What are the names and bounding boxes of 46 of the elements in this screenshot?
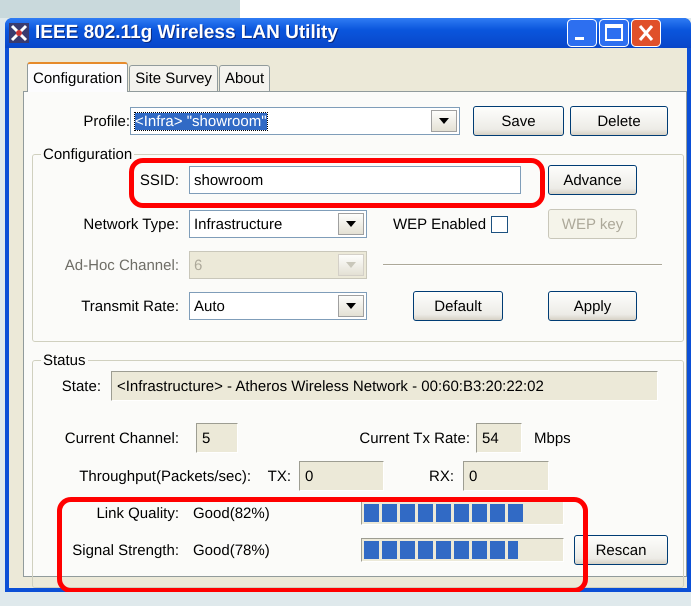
field-label: RX: (428, 468, 454, 484)
tab[interactable]: Site Survey (129, 65, 218, 91)
tab[interactable]: Configuration (27, 62, 128, 92)
advance-button[interactable]: Advance (548, 165, 637, 195)
rx-field: 0 (463, 461, 549, 491)
maximize-button[interactable] (599, 19, 629, 47)
transmit-rate-dropdown[interactable]: Auto (189, 292, 367, 320)
field-label: Ad-Hoc Channel: (64, 256, 179, 274)
network-type-dropdown[interactable]: Infrastructure (189, 210, 367, 238)
field-label: Profile: (82, 112, 130, 130)
wep-checkbox[interactable] (491, 216, 508, 232)
field-label: Current Channel: (64, 430, 179, 446)
field-label: Signal Strength: (71, 542, 179, 558)
caret-icon[interactable] (346, 303, 356, 309)
checkbox-label: WEP Enabled (393, 216, 486, 232)
close-button[interactable] (631, 19, 661, 47)
rescan-button[interactable]: Rescan (574, 535, 668, 565)
field-label: Transmit Rate: (80, 298, 179, 314)
field-label: Current Tx Rate: (358, 430, 470, 446)
meter-reading: Good(78%) (193, 542, 271, 558)
tx-field: 0 (299, 461, 384, 491)
minimize-button[interactable] (567, 19, 597, 47)
field-label: Link Quality: (95, 504, 179, 522)
meter-reading: Good(82%) (193, 504, 271, 522)
field-label: Throughput(Packets/sec): (78, 468, 251, 484)
caret-icon[interactable] (439, 118, 449, 124)
profile-dropdown[interactable]: <Infra> "showroom" (130, 107, 460, 135)
unit-label: Mbps (534, 430, 571, 446)
save-button[interactable]: Save (473, 106, 564, 136)
tab[interactable]: About (218, 65, 270, 91)
state-field: <Infrastructure> - Atheros Wireless Network - 00:60:B3:20:22:02 (111, 371, 658, 401)
group-title: Configuration (42, 146, 134, 163)
channel-field: 5 (196, 423, 238, 453)
field-label: TX: (266, 468, 291, 484)
default-button[interactable]: Default (413, 291, 503, 321)
ssid-field[interactable]: showroom (189, 166, 521, 194)
wireless-app-icon[interactable] (9, 23, 29, 43)
field-label: Network Type: (82, 216, 179, 232)
field-label: SSID: (138, 172, 179, 188)
window-title: IEEE 802.11g Wireless LAN Utility (35, 22, 338, 44)
caret-icon[interactable] (346, 221, 356, 227)
apply-button[interactable]: Apply (548, 291, 637, 321)
group-title: Status (42, 352, 87, 369)
delete-button[interactable]: Delete (570, 106, 668, 136)
tx-rate-field: 54 (476, 423, 522, 453)
field-label: State: (60, 378, 101, 394)
